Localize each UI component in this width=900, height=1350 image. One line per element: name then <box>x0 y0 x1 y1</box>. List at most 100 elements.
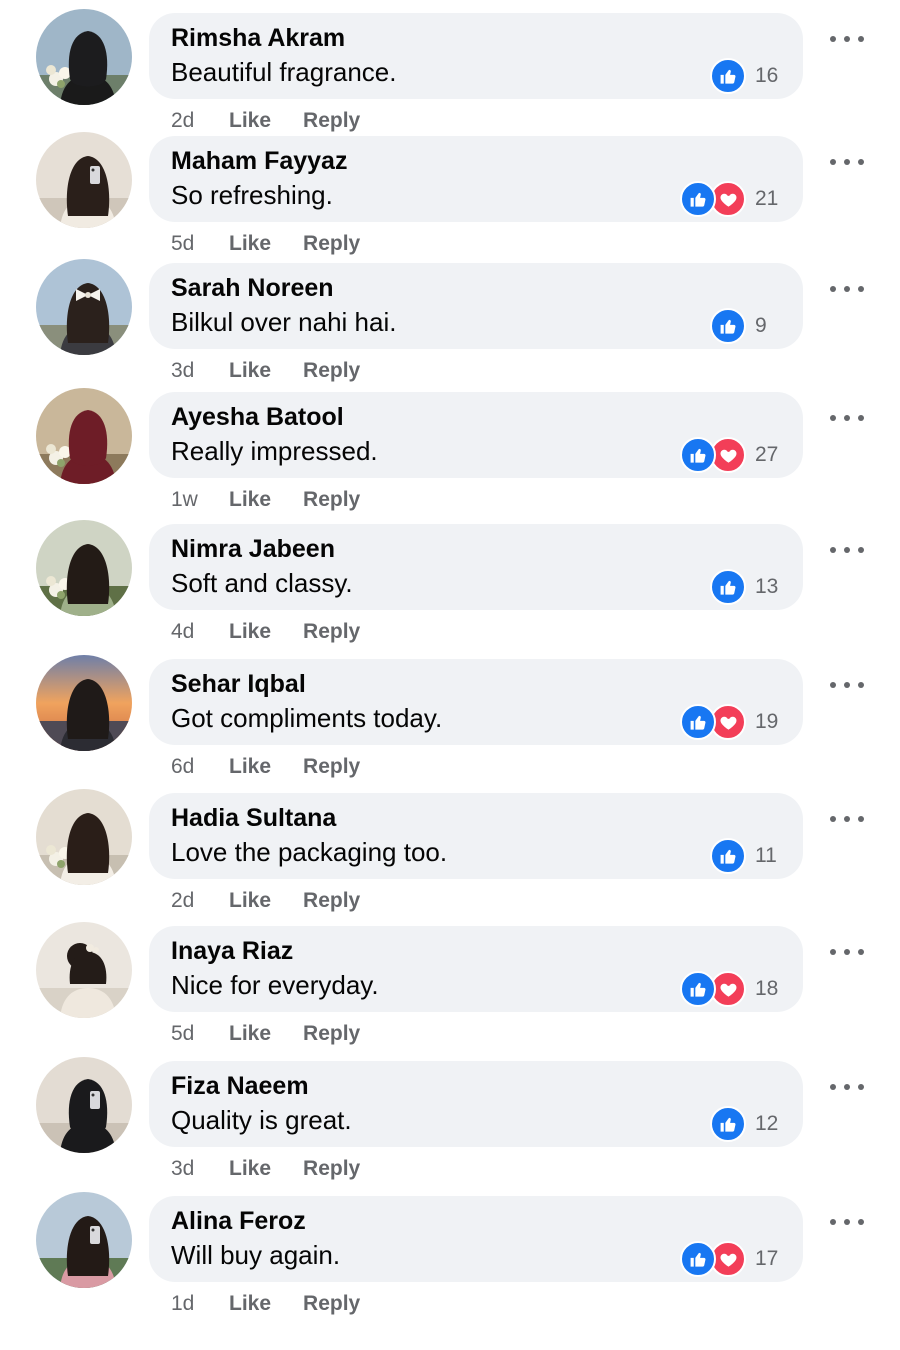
dot <box>858 816 864 822</box>
reply-button[interactable]: Reply <box>303 359 360 383</box>
comment-text: Love the packaging too. <box>171 837 448 867</box>
comment-timestamp[interactable]: 6d <box>171 755 229 779</box>
reply-button[interactable]: Reply <box>303 232 360 256</box>
reaction-summary[interactable]: 18 <box>680 971 779 1007</box>
dot <box>844 159 850 165</box>
comment-timestamp[interactable]: 2d <box>171 889 229 913</box>
reaction-summary[interactable]: 19 <box>680 704 779 740</box>
commenter-name[interactable]: Maham Fayyaz <box>171 147 347 176</box>
reaction-summary[interactable]: 11 <box>710 838 779 874</box>
dot <box>858 682 864 688</box>
like-button[interactable]: Like <box>229 1022 271 1046</box>
avatar[interactable] <box>36 259 132 355</box>
avatar[interactable] <box>36 1192 132 1288</box>
thumbs-up-icon <box>680 971 716 1007</box>
commenter-name[interactable]: Inaya Riaz <box>171 937 293 966</box>
comment-item: Alina Feroz Will buy again. 17 1d Like Reply <box>0 1192 900 1326</box>
commenter-name[interactable]: Hadia Sultana <box>171 804 336 833</box>
comment-timestamp[interactable]: 3d <box>171 359 229 383</box>
reaction-count: 16 <box>755 64 779 87</box>
comment-item: Nimra Jabeen Soft and classy. 13 4d Like Repl… <box>0 520 900 654</box>
comment-timestamp[interactable]: 2d <box>171 109 229 133</box>
avatar[interactable] <box>36 789 132 885</box>
comment-timestamp[interactable]: 4d <box>171 620 229 644</box>
reply-button[interactable]: Reply <box>303 488 360 512</box>
comment-bubble: Rimsha Akram Beautiful fragrance. 16 <box>149 13 803 99</box>
comment-actions: 5d Like Reply <box>171 1022 360 1046</box>
like-button[interactable]: Like <box>229 488 271 512</box>
like-button[interactable]: Like <box>229 889 271 913</box>
reaction-summary[interactable]: 12 <box>710 1106 779 1142</box>
like-button[interactable]: Like <box>229 1292 271 1316</box>
reaction-summary[interactable]: 27 <box>680 437 779 473</box>
dot <box>858 159 864 165</box>
dot <box>844 682 850 688</box>
reaction-summary[interactable]: 16 <box>710 58 779 94</box>
reply-button[interactable]: Reply <box>303 1157 360 1181</box>
more-horizontal-icon[interactable] <box>830 281 864 297</box>
more-horizontal-icon[interactable] <box>830 542 864 558</box>
reaction-summary[interactable]: 13 <box>710 569 779 605</box>
avatar[interactable] <box>36 1057 132 1153</box>
reply-button[interactable]: Reply <box>303 889 360 913</box>
reaction-summary[interactable]: 9 <box>710 308 779 344</box>
like-button[interactable]: Like <box>229 620 271 644</box>
commenter-name[interactable]: Sehar Iqbal <box>171 670 306 699</box>
commenter-name[interactable]: Rimsha Akram <box>171 24 345 53</box>
comment-timestamp[interactable]: 5d <box>171 232 229 256</box>
dot <box>858 1219 864 1225</box>
commenter-name[interactable]: Sarah Noreen <box>171 274 334 303</box>
comment-actions: 5d Like Reply <box>171 232 360 256</box>
avatar[interactable] <box>36 655 132 751</box>
comment-text: Beautiful fragrance. <box>171 57 397 87</box>
comment-actions: 1w Like Reply <box>171 488 360 512</box>
comment-text: Got compliments today. <box>171 703 443 733</box>
dot <box>844 816 850 822</box>
reply-button[interactable]: Reply <box>303 1022 360 1046</box>
more-horizontal-icon[interactable] <box>830 154 864 170</box>
comment-actions: 2d Like Reply <box>171 109 360 133</box>
commenter-name[interactable]: Ayesha Batool <box>171 403 344 432</box>
reply-button[interactable]: Reply <box>303 1292 360 1316</box>
like-button[interactable]: Like <box>229 109 271 133</box>
more-horizontal-icon[interactable] <box>830 410 864 426</box>
more-horizontal-icon[interactable] <box>830 944 864 960</box>
like-button[interactable]: Like <box>229 1157 271 1181</box>
avatar[interactable] <box>36 922 132 1018</box>
reply-button[interactable]: Reply <box>303 620 360 644</box>
reaction-count: 9 <box>755 314 767 337</box>
comment-text: Soft and classy. <box>171 568 353 598</box>
like-button[interactable]: Like <box>229 359 271 383</box>
reaction-summary[interactable]: 21 <box>680 181 779 217</box>
commenter-name[interactable]: Fiza Naeem <box>171 1072 309 1101</box>
thumbs-up-icon <box>710 838 746 874</box>
comment-actions: 6d Like Reply <box>171 755 360 779</box>
comment-actions: 1d Like Reply <box>171 1292 360 1316</box>
more-horizontal-icon[interactable] <box>830 811 864 827</box>
reply-button[interactable]: Reply <box>303 755 360 779</box>
reaction-count: 18 <box>755 977 779 1000</box>
reaction-summary[interactable]: 17 <box>680 1241 779 1277</box>
more-horizontal-icon[interactable] <box>830 1079 864 1095</box>
dot <box>830 816 836 822</box>
comment-timestamp[interactable]: 5d <box>171 1022 229 1046</box>
comment-timestamp[interactable]: 1d <box>171 1292 229 1316</box>
avatar[interactable] <box>36 9 132 105</box>
avatar[interactable] <box>36 388 132 484</box>
comment-item: Rimsha Akram Beautiful fragrance. 16 2d Like… <box>0 9 900 143</box>
dot <box>830 682 836 688</box>
commenter-name[interactable]: Nimra Jabeen <box>171 535 335 564</box>
reply-button[interactable]: Reply <box>303 109 360 133</box>
dot <box>844 547 850 553</box>
avatar[interactable] <box>36 520 132 616</box>
comment-timestamp[interactable]: 3d <box>171 1157 229 1181</box>
like-button[interactable]: Like <box>229 232 271 256</box>
more-horizontal-icon[interactable] <box>830 1214 864 1230</box>
more-horizontal-icon[interactable] <box>830 31 864 47</box>
comment-timestamp[interactable]: 1w <box>171 488 229 512</box>
dot <box>858 949 864 955</box>
more-horizontal-icon[interactable] <box>830 677 864 693</box>
like-button[interactable]: Like <box>229 755 271 779</box>
commenter-name[interactable]: Alina Feroz <box>171 1207 306 1236</box>
avatar[interactable] <box>36 132 132 228</box>
